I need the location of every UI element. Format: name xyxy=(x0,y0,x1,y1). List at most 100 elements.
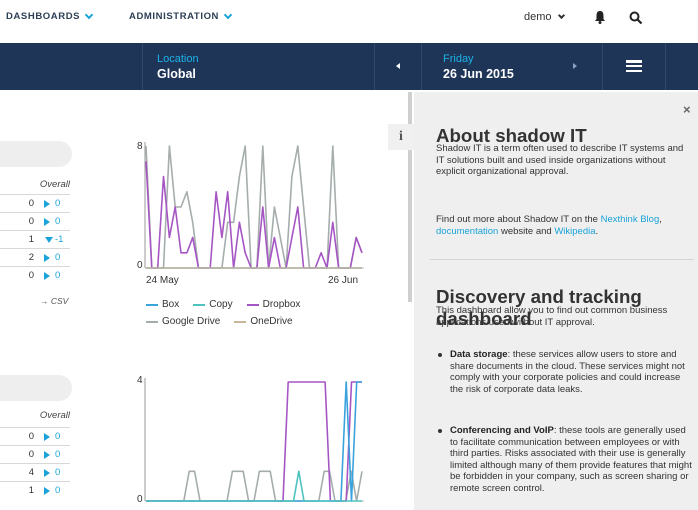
delta-value: 0 xyxy=(55,431,61,442)
delta-value: 0 xyxy=(55,252,61,263)
trend-right-icon xyxy=(44,200,50,208)
search-icon[interactable] xyxy=(629,11,643,25)
legend-item-dropbox[interactable]: Dropbox xyxy=(246,299,300,310)
legend-swatch xyxy=(193,303,206,306)
bullet-title: Conferencing and VoIP xyxy=(450,425,554,436)
user-menu[interactable]: demo xyxy=(524,11,565,23)
delta-value: 0 xyxy=(55,216,61,227)
bullet-data-storage: Data storage: these services allow users… xyxy=(436,349,692,395)
overall-value: 0 xyxy=(28,449,34,460)
legend-swatch xyxy=(146,303,158,306)
trend-right-icon xyxy=(44,218,50,226)
context-header: Location Global Friday 26 Jun 2015 xyxy=(0,43,698,90)
table-row[interactable]: 10 xyxy=(0,481,70,499)
nexthink-blog-link[interactable]: Nexthink Blog xyxy=(601,214,660,225)
hamburger-menu-icon[interactable] xyxy=(626,60,642,72)
delta-value: -1 xyxy=(55,234,64,245)
y-min-label: 0 xyxy=(137,260,143,271)
chart-legend-row-2: Google Drive OneDrive xyxy=(146,316,293,327)
overall-value: 2 xyxy=(28,252,34,263)
table-row[interactable]: 1 -1 xyxy=(0,230,70,248)
overall-value: 1 xyxy=(28,234,34,245)
info-icon[interactable]: i xyxy=(388,124,414,150)
user-name: demo xyxy=(524,11,552,23)
divider xyxy=(142,43,143,90)
table-row[interactable]: 20 xyxy=(0,248,70,266)
dashboards-menu[interactable]: DASHBOARDS xyxy=(6,10,94,22)
legend-label: Google Drive xyxy=(162,316,221,327)
section-tab[interactable] xyxy=(0,375,72,401)
overall-value: 0 xyxy=(28,270,34,281)
delta-value: 0 xyxy=(55,449,61,460)
trend-right-icon xyxy=(44,272,50,280)
table-row[interactable]: 40 xyxy=(0,463,70,481)
table-row[interactable]: 00 xyxy=(0,266,70,284)
legend-swatch xyxy=(146,320,158,323)
x-end-label: 26 Jun xyxy=(328,275,359,286)
section-divider xyxy=(430,259,694,260)
location-label: Location xyxy=(157,53,199,65)
y-max-label: 4 xyxy=(137,375,143,386)
legend-swatch xyxy=(246,303,259,306)
text: , xyxy=(659,214,662,225)
series-line-dropbox[interactable] xyxy=(146,381,362,502)
chart-legend: Box Copy Dropbox xyxy=(146,299,300,310)
divider xyxy=(602,43,603,90)
previous-day-arrow-icon[interactable] xyxy=(396,63,400,69)
overall-value: 0 xyxy=(28,198,34,209)
chevron-down-icon xyxy=(84,10,94,19)
line-chart-1 xyxy=(144,142,364,269)
date-value[interactable]: 26 Jun 2015 xyxy=(443,67,514,81)
administration-menu[interactable]: ADMINISTRATION xyxy=(129,10,233,22)
legend-item-onedrive[interactable]: OneDrive xyxy=(234,316,293,327)
delta-value: 0 xyxy=(55,270,61,281)
legend-item-copy[interactable]: Copy xyxy=(193,299,233,310)
trend-right-icon xyxy=(44,451,50,459)
wikipedia-link[interactable]: Wikipedia xyxy=(554,226,595,237)
dashboard-paragraph: This dashboard allow you to find out com… xyxy=(436,305,668,328)
table-row[interactable]: 00 xyxy=(0,194,70,212)
top-navigation: DASHBOARDS ADMINISTRATION demo xyxy=(0,0,698,40)
next-day-arrow-icon[interactable] xyxy=(573,63,577,69)
trend-right-icon xyxy=(44,487,50,495)
y-max-label: 8 xyxy=(137,141,143,152)
trend-right-icon xyxy=(44,254,50,262)
chevron-down-icon xyxy=(557,11,565,19)
overall-value: 0 xyxy=(28,431,34,442)
documentation-link[interactable]: documentation xyxy=(436,226,498,237)
bullet-dot xyxy=(438,353,442,357)
csv-export-link[interactable]: → CSV xyxy=(40,296,68,306)
close-icon[interactable]: × xyxy=(683,102,691,117)
table-row[interactable]: 00 xyxy=(0,445,70,463)
bell-icon[interactable] xyxy=(594,10,606,24)
line-chart-2 xyxy=(144,378,364,502)
legend-label: Box xyxy=(162,299,180,310)
bullet-conferencing: Conferencing and VoIP: these tools are g… xyxy=(436,425,692,494)
section-tab[interactable] xyxy=(0,141,72,167)
overall-value: 1 xyxy=(28,485,34,496)
overall-value: 0 xyxy=(28,216,34,227)
divider xyxy=(421,43,422,90)
trend-down-icon xyxy=(45,237,53,243)
chevron-down-icon xyxy=(223,10,233,19)
legend-item-box[interactable]: Box xyxy=(146,299,179,310)
delta-value: 0 xyxy=(55,485,61,496)
overall-header: Overall xyxy=(39,410,70,421)
administration-label: ADMINISTRATION xyxy=(129,11,220,22)
legend-item-google-drive[interactable]: Google Drive xyxy=(146,316,220,327)
delta-value: 0 xyxy=(55,198,61,209)
trend-right-icon xyxy=(44,469,50,477)
bullet-dot xyxy=(438,429,442,433)
legend-swatch xyxy=(234,320,247,323)
table-row[interactable]: 00 xyxy=(0,427,70,445)
table-row[interactable]: 00 xyxy=(0,212,70,230)
legend-label: Copy xyxy=(209,299,233,310)
about-links-paragraph: Find out more about Shadow IT on the Nex… xyxy=(436,214,692,237)
text: Find out more about Shadow IT on the xyxy=(436,214,601,225)
divider xyxy=(665,43,666,90)
text: website and xyxy=(498,225,555,237)
delta-value: 0 xyxy=(55,467,61,478)
location-value[interactable]: Global xyxy=(157,67,196,81)
x-start-label: 24 May xyxy=(146,275,179,286)
divider xyxy=(374,43,375,90)
